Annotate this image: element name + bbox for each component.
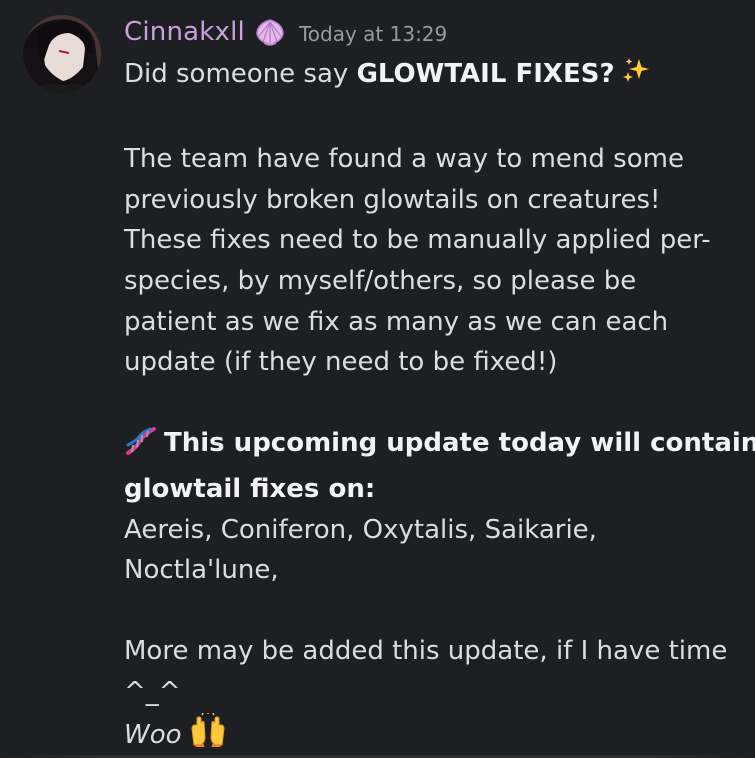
message-timestamp[interactable]: Today at 13:29 (299, 22, 447, 46)
chat-message: Cinnakxll Today at 13:29 Did someone say… (0, 0, 755, 758)
more-line: ^_^ (124, 676, 181, 707)
paragraph-line: These fixes need to be manually applied … (124, 225, 711, 256)
paragraph-line: The team have found a way to mend some (124, 144, 684, 175)
avatar-image (23, 15, 101, 93)
bold-heading-line: This upcoming update today will contain (124, 423, 755, 469)
bold-heading-text: glowtail fixes on: (124, 473, 376, 504)
paragraph-line: patient as we fix as many as we can each (124, 306, 669, 337)
closing-text: Woo (124, 719, 182, 750)
sparkles-icon (621, 56, 651, 99)
more-line: More may be added this update, if I have… (124, 636, 728, 667)
intro-bold-text: GLOWTAIL FIXES? (356, 59, 615, 89)
raised-hands-icon (188, 711, 228, 758)
closing-line: Woo (124, 711, 744, 758)
message-content: Did someone say GLOWTAIL FIXES? The team… (124, 54, 755, 758)
species-line: Aereis, Coniferon, Oxytalis, Saikarie, (124, 514, 597, 545)
bold-heading-line: glowtail fixes on: (124, 469, 744, 510)
paragraph-line: previously broken glowtails on creatures… (124, 184, 661, 215)
paragraph-line: update (if they need to be fixed!) (124, 347, 558, 378)
message-header: Cinnakxll Today at 13:29 (124, 12, 447, 52)
paragraph-line: species, by myself/others, so please be (124, 265, 637, 296)
bold-heading-text: This upcoming update today will contain (164, 428, 755, 459)
species-line: Noctla'lune, (124, 555, 279, 586)
dna-icon (124, 426, 158, 469)
author-name[interactable]: Cinnakxll (124, 17, 245, 47)
avatar[interactable] (23, 15, 101, 93)
intro-line: Did someone say GLOWTAIL FIXES? (124, 54, 744, 99)
shell-icon[interactable] (253, 16, 287, 48)
intro-text: Did someone say (124, 59, 357, 89)
